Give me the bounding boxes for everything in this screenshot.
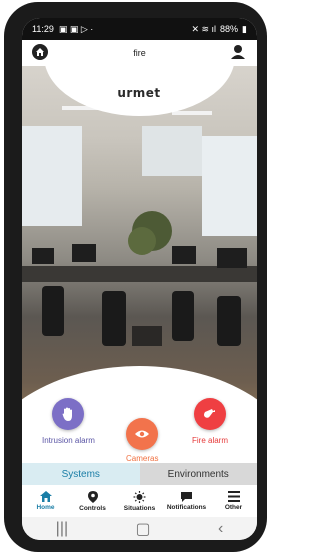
cameras-label: Cameras [126,454,159,463]
fire-alarm-button[interactable] [194,398,226,430]
fire-alarm-label: Fire alarm [192,436,229,445]
chat-bubble-icon [181,492,192,502]
location-pin-icon [87,490,98,503]
nav-controls[interactable]: Controls [71,490,115,512]
nav-situations-label: Situations [123,504,156,512]
status-time: 11:29 [32,24,54,34]
phone-frame: 11:29 ▣ ▣ ▷ · ✕ ≋ ıl 88% ▮ fire urmet In… [4,2,267,552]
section-tabs: Systems Environments [22,463,257,485]
sun-icon [133,490,146,503]
nav-home-label: Home [36,504,55,511]
screen: 11:29 ▣ ▣ ▷ · ✕ ≋ ıl 88% ▮ fire urmet In… [22,18,257,540]
nav-notifications[interactable]: Notifications [165,491,209,511]
back-icon[interactable]: ‹ [218,520,223,538]
status-bar: 11:29 ▣ ▣ ▷ · ✕ ≋ ıl 88% ▮ [22,18,257,40]
recent-apps-icon[interactable]: ||| [56,520,68,538]
tab-environments[interactable]: Environments [139,463,257,485]
home-pin-button[interactable] [32,44,48,60]
signal-icon: ✕ ≋ ıl [191,23,217,34]
home-icon [39,491,52,502]
home-icon [36,48,44,56]
nav-situations[interactable]: Situations [118,490,162,512]
cameras-button[interactable] [126,418,159,450]
urmet-logo: urmet [117,86,161,100]
cameras-control[interactable]: Cameras [126,418,158,463]
user-profile-icon[interactable] [229,43,247,61]
notification-icons: ▣ ▣ ▷ · [58,23,94,34]
app-header: fire [22,40,257,66]
nav-controls-label: Controls [79,504,106,512]
eye-icon [135,430,150,438]
nav-home[interactable]: Home [24,491,68,511]
nav-other[interactable]: Other [212,491,256,511]
system-navigation-bar: ||| ▢ ‹ [22,517,257,540]
battery-level: 88% [220,24,239,34]
nav-other-label: Other [224,504,243,511]
battery-icon: ▮ [242,23,247,34]
intrusion-alarm-control[interactable]: Intrusion alarm [42,398,95,445]
bottom-navigation: Home Controls Situations Notifications O… [22,485,257,517]
intrusion-alarm-button[interactable] [52,398,85,430]
page-title: fire [133,48,146,58]
intrusion-alarm-label: Intrusion alarm [42,436,95,445]
home-system-icon[interactable]: ▢ [136,519,151,539]
menu-icon [227,491,240,502]
hand-icon [62,407,73,421]
fire-alarm-control[interactable]: Fire alarm [192,398,228,445]
tab-systems[interactable]: Systems [22,463,140,485]
fire-extinguisher-icon [204,409,215,418]
nav-notifications-label: Notifications [166,504,207,511]
